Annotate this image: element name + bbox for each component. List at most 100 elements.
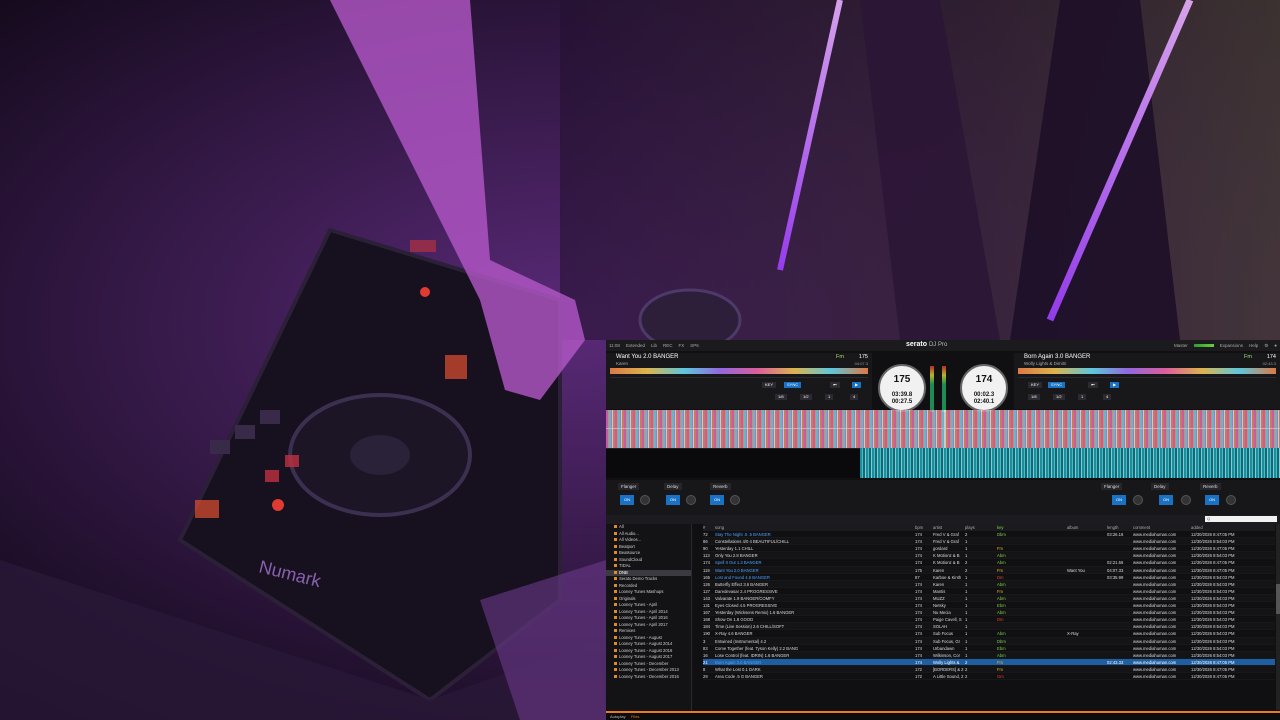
col-comment[interactable]: comment	[1133, 524, 1191, 531]
deck-left-sync-button[interactable]: SYNC	[784, 382, 802, 388]
table-row[interactable]: 16 Lose Control (feat. IDRIN) 1.6 BANGER 1…	[703, 651, 1275, 659]
cell-artist: [BORDERS] & 2	[933, 666, 964, 672]
deck-right-overview[interactable]	[1018, 368, 1276, 374]
table-row[interactable]: 119 Want You 2.0 BANGER 175 Karen 2 Fm Want Yo…	[703, 566, 1275, 574]
deck-left-platter[interactable]: 175 03:39.8 00:27.5	[878, 364, 926, 412]
deck-left-overview[interactable]	[610, 368, 868, 374]
cell-album	[1067, 666, 1107, 672]
table-row[interactable]: 184 Time (Live Session) 2.6 CHILL/SOFT 174…	[703, 623, 1275, 631]
profile-icon[interactable]: ●	[1274, 343, 1277, 348]
main-waveform[interactable]	[606, 410, 1280, 448]
fx2-on-button[interactable]: ON	[666, 495, 680, 505]
deck-right-cue-button[interactable]: ⏮	[1088, 382, 1098, 388]
table-row[interactable]: 174 Spell It Out 1.3 BANGER 174 K Motionz &…	[703, 559, 1275, 567]
deck-left-loop-4[interactable]: 4	[850, 394, 859, 400]
fx2b-on-button[interactable]: ON	[1112, 495, 1126, 505]
fx2-knob-3[interactable]	[1226, 495, 1236, 505]
fx2c-on-button[interactable]: ON	[1159, 495, 1173, 505]
fx2d-on-button[interactable]: ON	[1205, 495, 1219, 505]
table-row[interactable]: 83 Come Together (feat. Tyson Kelly) 2.2 …	[703, 645, 1275, 652]
expansions-button[interactable]: Expansions	[1220, 343, 1243, 348]
table-row[interactable]: 168 Show On 1.8 GOOD 174 Paige Cavell, S 1 Dm…	[703, 616, 1275, 624]
fx1-knob-2[interactable]	[686, 495, 696, 505]
cell-num: 131	[703, 603, 710, 609]
status-tab[interactable]: Files	[631, 714, 639, 719]
right-deck-waveform[interactable]	[860, 448, 1280, 478]
sp6-button[interactable]: SP6	[690, 343, 699, 348]
table-row[interactable]: 165 Lost and Found 4.6 BANGER 87 Karboe & K…	[703, 574, 1275, 581]
deck-right-key-button[interactable]: KEY	[1028, 382, 1043, 388]
table-row[interactable]: 143 Valvarate 1.9 BANGER/COMFY 174 MUZZ 1 Abm…	[703, 594, 1275, 603]
table-row[interactable]: 3 Entwined (Instrumental) 4.2 174 Sub Focus…	[703, 637, 1275, 645]
col-artist[interactable]: artist	[933, 524, 965, 531]
col-bpm[interactable]: bpm	[915, 524, 933, 531]
deck-left-loop-1-2[interactable]: 1/2	[800, 394, 812, 400]
cell-added: 12/30/2026 8:54:03 PM	[1191, 610, 1235, 616]
track-scrollbar[interactable]	[1276, 524, 1280, 710]
deck-right-loop-1[interactable]: 1	[1078, 394, 1087, 400]
cell-album	[1067, 595, 1107, 601]
fx-button[interactable]: FX	[678, 343, 684, 348]
crate-item[interactable]: Looney Tunes - December 2016	[606, 674, 691, 681]
deck-right-loop-1-2[interactable]: 1/2	[1053, 394, 1065, 400]
fx2-slot-3[interactable]: Reverb	[1200, 483, 1221, 490]
rec-button[interactable]: REC	[663, 343, 673, 348]
table-row[interactable]: 29 Area Code .5 G BANGER 172 A Little Sound…	[703, 673, 1275, 681]
deck-left-play-button[interactable]: ▶	[852, 382, 862, 388]
cell-album	[1067, 623, 1107, 629]
deck-right-platter[interactable]: 174 00:02.3 02:40.1	[960, 364, 1008, 412]
fx1-on-button[interactable]: ON	[620, 495, 634, 505]
fx2-knob-2[interactable]	[1181, 495, 1191, 505]
deck-left-key-button[interactable]: KEY	[762, 382, 777, 388]
cell-added: 12/30/2026 8:47:05 PM	[1191, 560, 1235, 566]
fx1-slot-1[interactable]: Flanger	[618, 483, 640, 490]
table-row[interactable]: 90 Yesterday 1.1 CHILL 174 gordard 1 Fm www.me…	[703, 545, 1275, 553]
fx3-on-button[interactable]: ON	[710, 495, 724, 505]
cell-artist: Mantis	[933, 588, 946, 594]
fx2-slot-2[interactable]: Delay	[1151, 483, 1169, 490]
layout-selector[interactable]: Lib	[651, 343, 657, 348]
table-row[interactable]: 190 X-Ray 4.6 BANGER 174 Sub Focus 1 Abm X-Ray…	[703, 630, 1275, 638]
deck-right-loop-4[interactable]: 4	[1103, 394, 1112, 400]
col-length[interactable]: length	[1107, 524, 1133, 531]
cell-artist: Sub Focus, Gr	[933, 638, 960, 644]
deck-left-loop-1[interactable]: 1	[825, 394, 834, 400]
status-autoplay[interactable]: Autoplay	[610, 714, 626, 719]
crate-item[interactable]: Looney Tunes - December 2013	[606, 667, 691, 674]
scroll-thumb[interactable]	[1276, 584, 1280, 614]
table-row[interactable]: 126 Butterfly Effect 3.6 BANGER 174 Karen 1 A…	[703, 580, 1275, 588]
table-row[interactable]: 72 Stay The Night .5 .5 BANGER 174 Fred V &…	[703, 531, 1275, 539]
col-key[interactable]: key	[997, 524, 1067, 531]
deck-right-play-button[interactable]: ▶	[1110, 382, 1120, 388]
deck-right-sync-button[interactable]: SYNC	[1048, 382, 1066, 388]
table-row[interactable]: 8 What the Lost 0.1 DARK 172 [BORDERS] & 22…	[703, 665, 1275, 673]
cell-length	[1107, 623, 1133, 629]
col-added[interactable]: added	[1191, 524, 1261, 531]
deck-left-loop-1-16[interactable]: 1/8	[775, 394, 787, 400]
cell-comment: www.mediahuman.com	[1133, 539, 1177, 545]
col-song[interactable]: song	[715, 524, 915, 531]
deck-right-loop-1-16[interactable]: 1/8	[1028, 394, 1040, 400]
fx2-knob-1[interactable]	[1133, 495, 1143, 505]
table-row[interactable]: 86 Constellations 4/0 4 BEAUTIFUL/CHILL 17…	[703, 538, 1275, 546]
fx2-slot-1[interactable]: Flanger	[1101, 483, 1123, 490]
table-row[interactable]: 127 Daredevasar 2.4 PROGRESSIVE 174 Mantis 1…	[703, 588, 1275, 595]
table-row[interactable]: 131 Eyes Closed 4.5 PROGRESSIVE 174 Netsky 1…	[703, 602, 1275, 610]
extended-mode-selector[interactable]: Extended	[626, 343, 645, 348]
fx1-slot-3[interactable]: Reverb	[710, 483, 731, 490]
col-album[interactable]: album	[1067, 524, 1107, 531]
fx1-knob-1[interactable]	[640, 495, 650, 505]
deck-left-cue-button[interactable]: ⏮	[830, 382, 840, 388]
cell-added: 12/30/2026 8:54:03 PM	[1191, 581, 1235, 587]
fx1-knob-3[interactable]	[730, 495, 740, 505]
col-num[interactable]: #	[703, 524, 715, 531]
col-plays[interactable]: plays	[965, 524, 997, 531]
settings-icon[interactable]: ⚙	[1264, 343, 1268, 349]
fx1-slot-2[interactable]: Delay	[664, 483, 682, 490]
table-row[interactable]: 167 Yesterday (Wicksens Remix) 1.6 BANGER…	[703, 609, 1275, 617]
table-row[interactable]: 113 Only You 2.8 BANGER 174 K Motionz & B 1 A…	[703, 552, 1275, 560]
help-button[interactable]: Help	[1249, 343, 1258, 348]
cell-key	[997, 623, 1067, 629]
table-row[interactable]: 21 Born Again 3.0 BANGER 174 Wolly Lights &…	[703, 658, 1275, 666]
search-input[interactable]: Q	[1205, 516, 1277, 522]
